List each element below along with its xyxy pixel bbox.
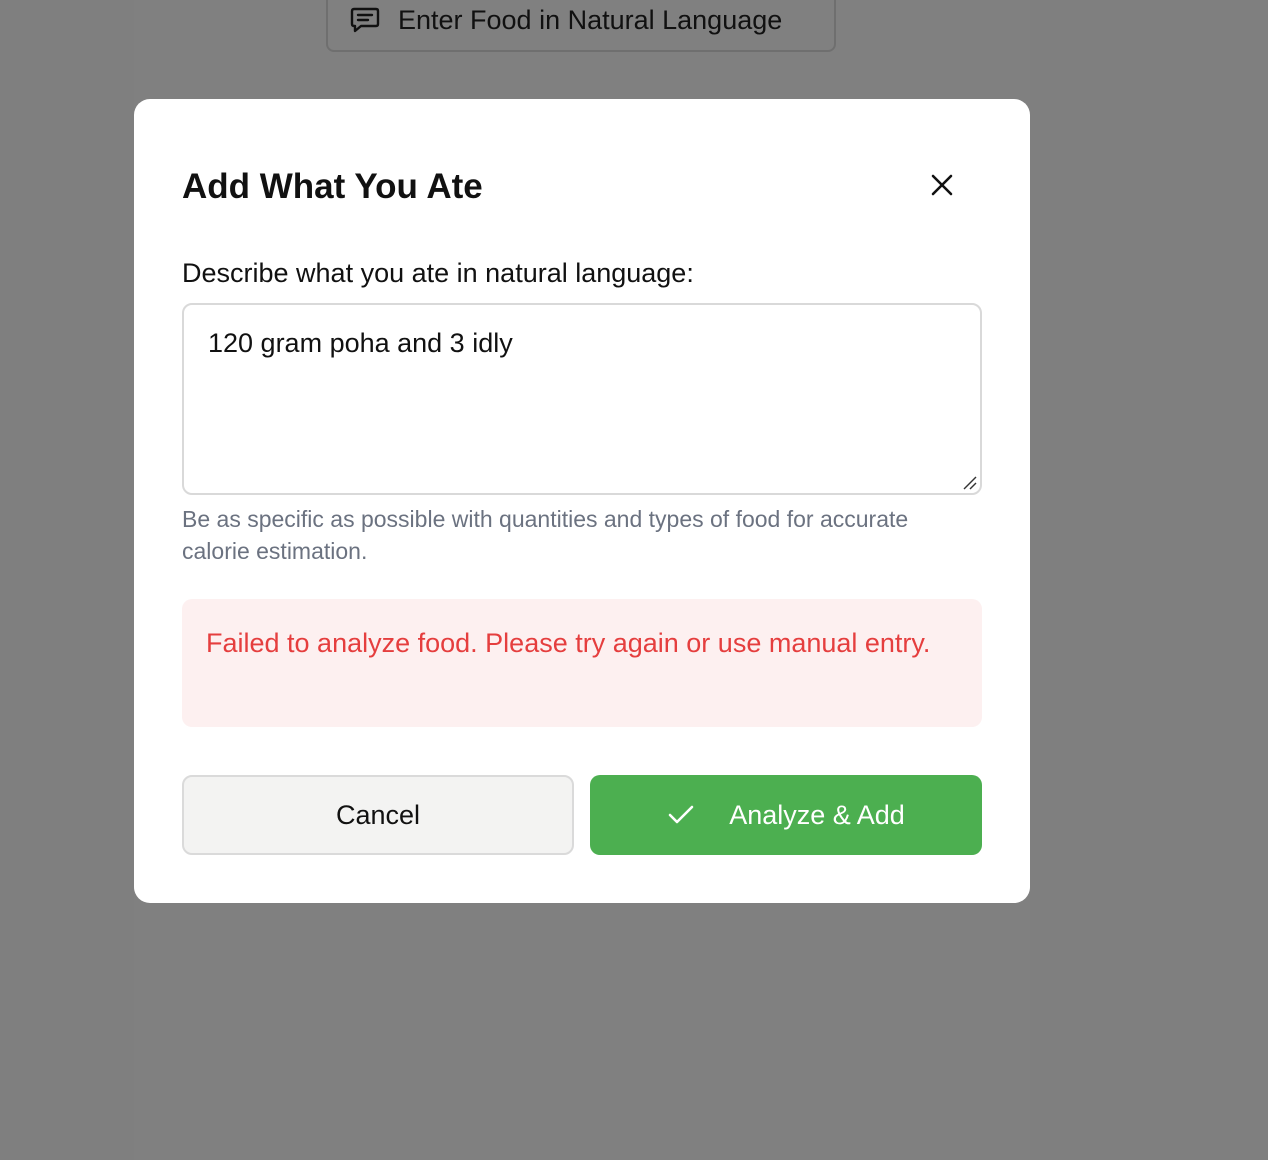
resize-handle-icon[interactable] bbox=[962, 475, 978, 491]
close-button[interactable] bbox=[924, 169, 960, 205]
cancel-button-label: Cancel bbox=[335, 799, 421, 830]
check-icon bbox=[667, 804, 695, 826]
input-hint: Be as specific as possible with quantiti… bbox=[182, 506, 909, 564]
close-icon bbox=[930, 173, 954, 202]
enter-food-button-label: Enter Food in Natural Language bbox=[398, 4, 783, 35]
analyze-and-add-button[interactable]: Analyze & Add bbox=[590, 775, 982, 855]
enter-food-natural-language-button: Enter Food in Natural Language bbox=[326, 0, 836, 52]
modal-title: Add What You Ate bbox=[182, 167, 483, 206]
food-description-input[interactable]: 120 gram poha and 3 idly bbox=[184, 305, 980, 493]
analyze-and-add-label: Analyze & Add bbox=[729, 799, 905, 830]
chat-icon bbox=[350, 6, 380, 34]
cancel-button[interactable]: Cancel bbox=[182, 775, 574, 855]
add-food-modal: Add What You Ate Describe what you ate i… bbox=[134, 99, 1030, 903]
food-description-label: Describe what you ate in natural languag… bbox=[182, 258, 694, 288]
food-description-field-wrapper: 120 gram poha and 3 idly bbox=[182, 303, 982, 495]
error-message: Failed to analyze food. Please try again… bbox=[206, 628, 931, 658]
error-alert: Failed to analyze food. Please try again… bbox=[182, 599, 982, 727]
